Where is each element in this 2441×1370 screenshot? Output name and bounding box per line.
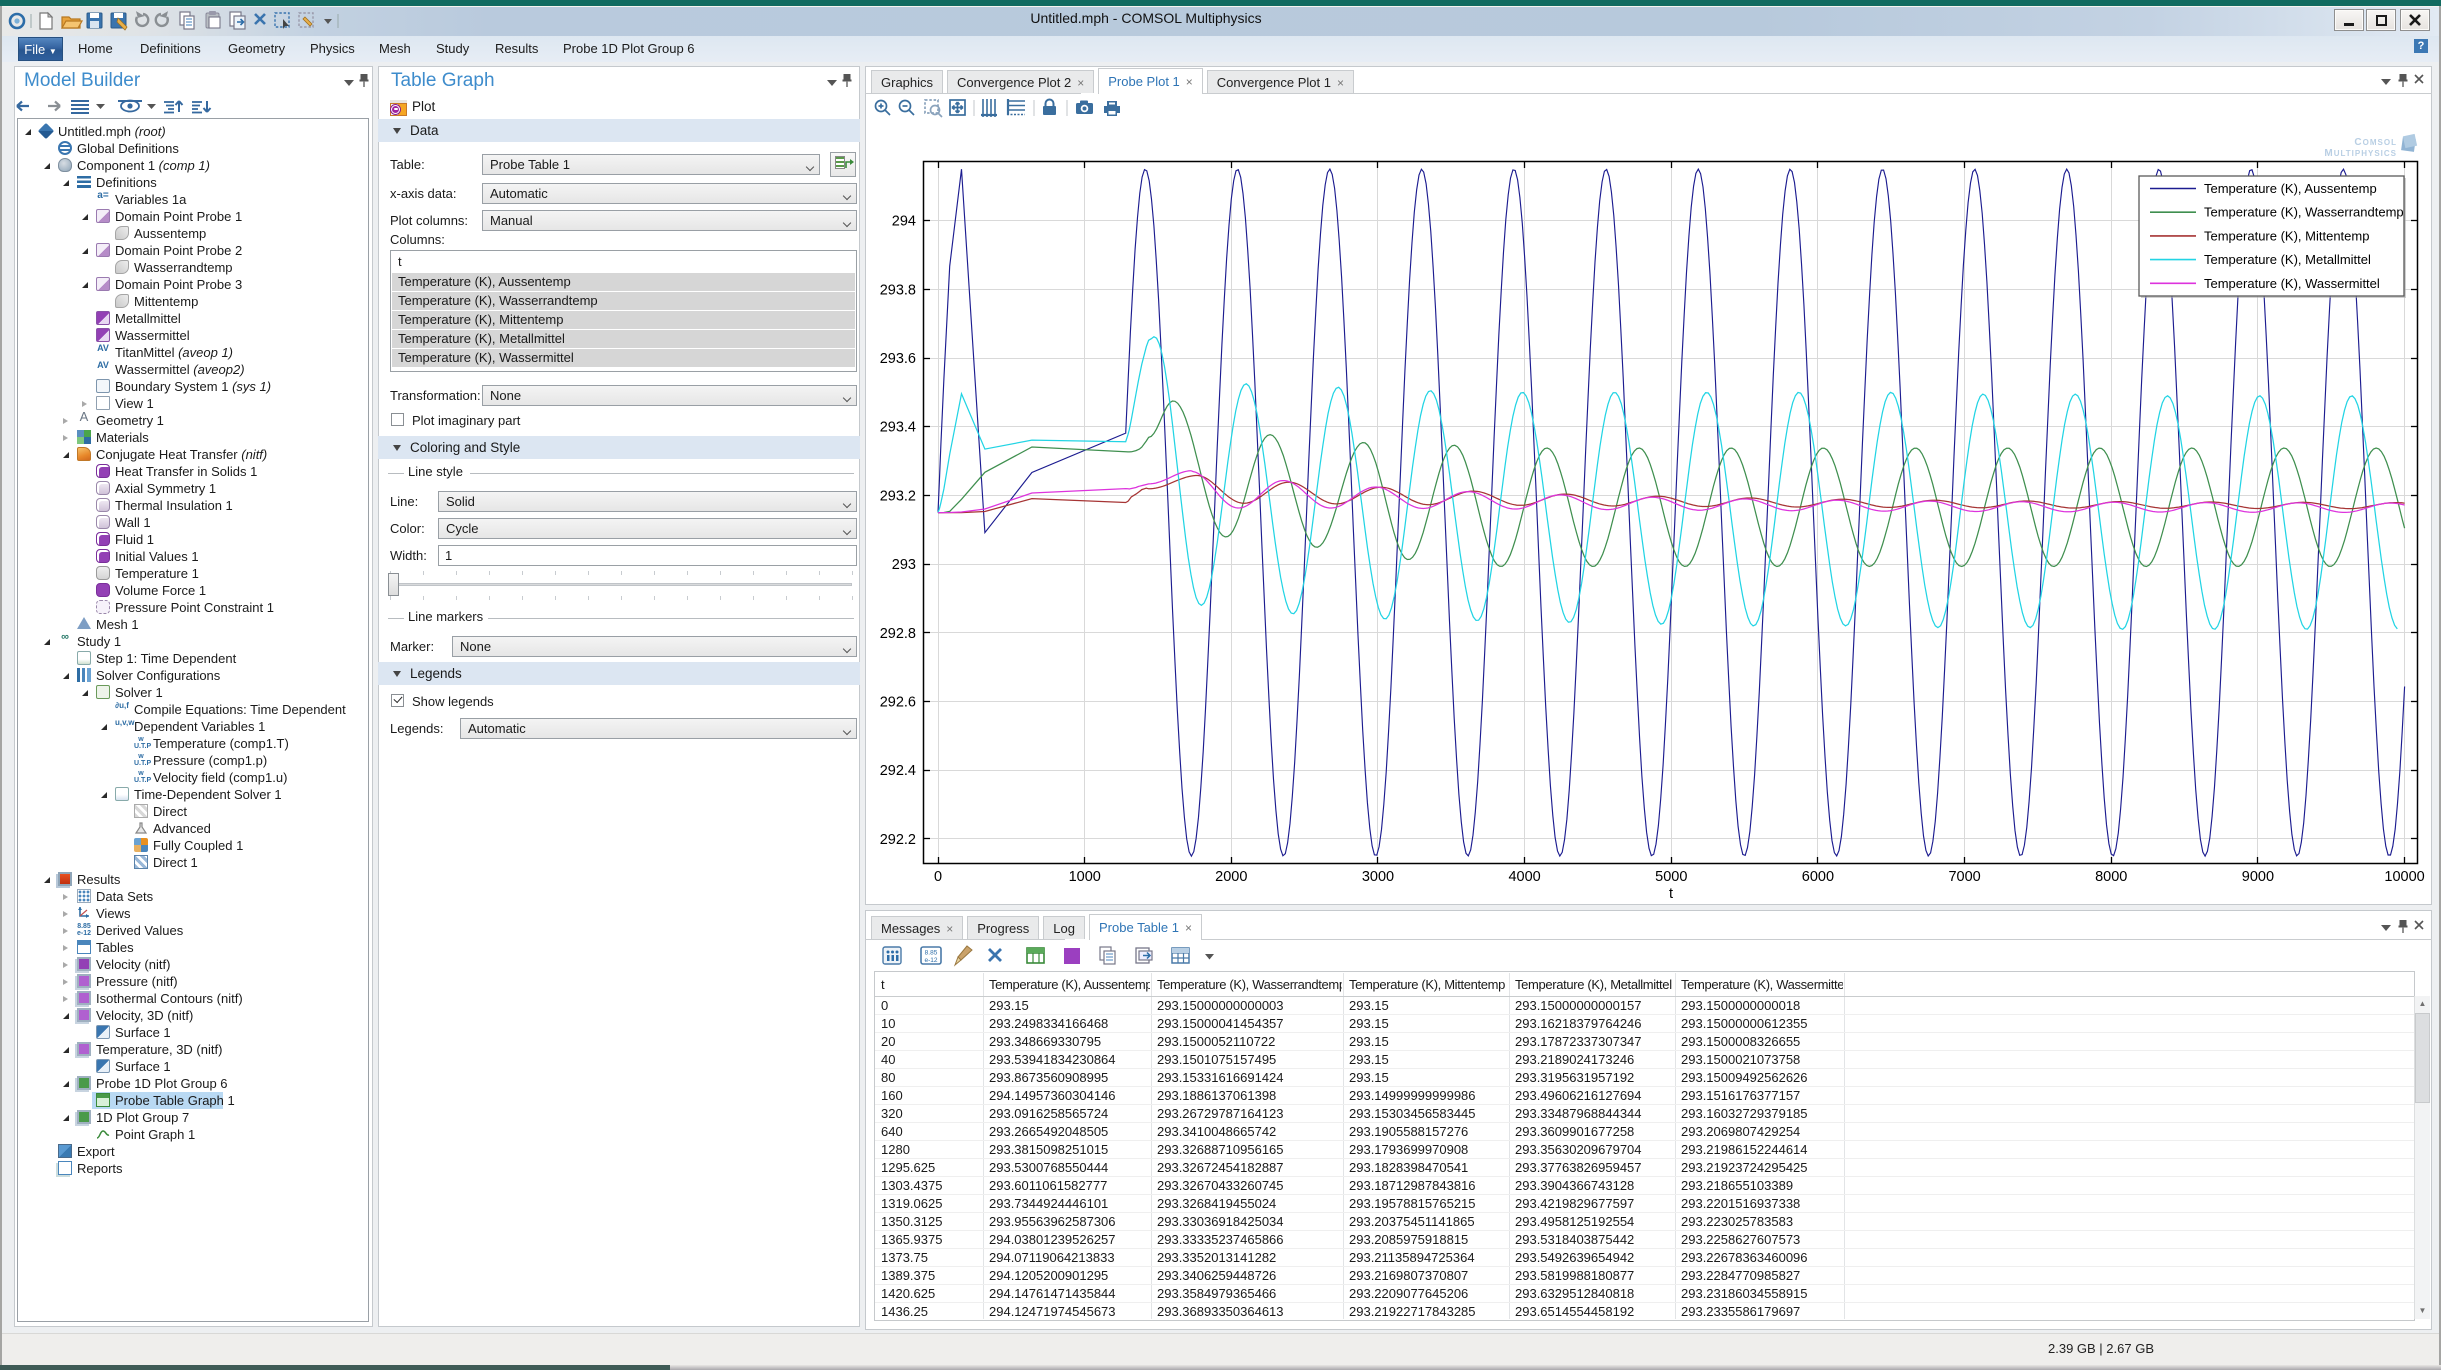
svg-text:t: t xyxy=(1669,886,1673,902)
svg-text:Temperature (K), Wasserrandtem: Temperature (K), Wasserrandtemp xyxy=(2204,205,2404,220)
svg-text:6000: 6000 xyxy=(1802,869,1834,885)
svg-text:292.2: 292.2 xyxy=(880,832,916,848)
svg-text:COMSOL: COMSOL xyxy=(2354,137,2397,148)
svg-text:5000: 5000 xyxy=(1655,869,1687,885)
svg-text:1000: 1000 xyxy=(1069,869,1101,885)
svg-text:3000: 3000 xyxy=(1362,869,1394,885)
svg-text:294: 294 xyxy=(892,214,916,230)
svg-text:e-12: e-12 xyxy=(924,957,937,964)
svg-text:0: 0 xyxy=(934,869,942,885)
svg-text:4000: 4000 xyxy=(1508,869,1540,885)
svg-text:292.4: 292.4 xyxy=(880,763,916,779)
svg-text:293.8: 293.8 xyxy=(880,282,916,298)
svg-text:8.85: 8.85 xyxy=(925,950,938,957)
svg-text:Temperature (K), Aussentemp: Temperature (K), Aussentemp xyxy=(2204,181,2377,196)
svg-text:293: 293 xyxy=(892,557,916,573)
svg-text:Temperature (K), Metallmittel: Temperature (K), Metallmittel xyxy=(2204,252,2371,267)
svg-text:7000: 7000 xyxy=(1948,869,1980,885)
svg-text:9000: 9000 xyxy=(2242,869,2274,885)
svg-text:292.6: 292.6 xyxy=(880,695,916,711)
svg-text:293.4: 293.4 xyxy=(880,420,916,436)
svg-text:MULTIPHYSICS: MULTIPHYSICS xyxy=(2324,148,2397,159)
svg-text:293.2: 293.2 xyxy=(880,488,916,504)
svg-text:Temperature (K), Wassermittel: Temperature (K), Wassermittel xyxy=(2204,276,2380,291)
svg-text:8000: 8000 xyxy=(2095,869,2127,885)
svg-text:292.8: 292.8 xyxy=(880,626,916,642)
svg-text:Temperature (K), Mittentemp: Temperature (K), Mittentemp xyxy=(2204,228,2369,243)
svg-text:10000: 10000 xyxy=(2384,869,2424,885)
svg-text:2000: 2000 xyxy=(1215,869,1247,885)
svg-text:293.6: 293.6 xyxy=(880,351,916,367)
